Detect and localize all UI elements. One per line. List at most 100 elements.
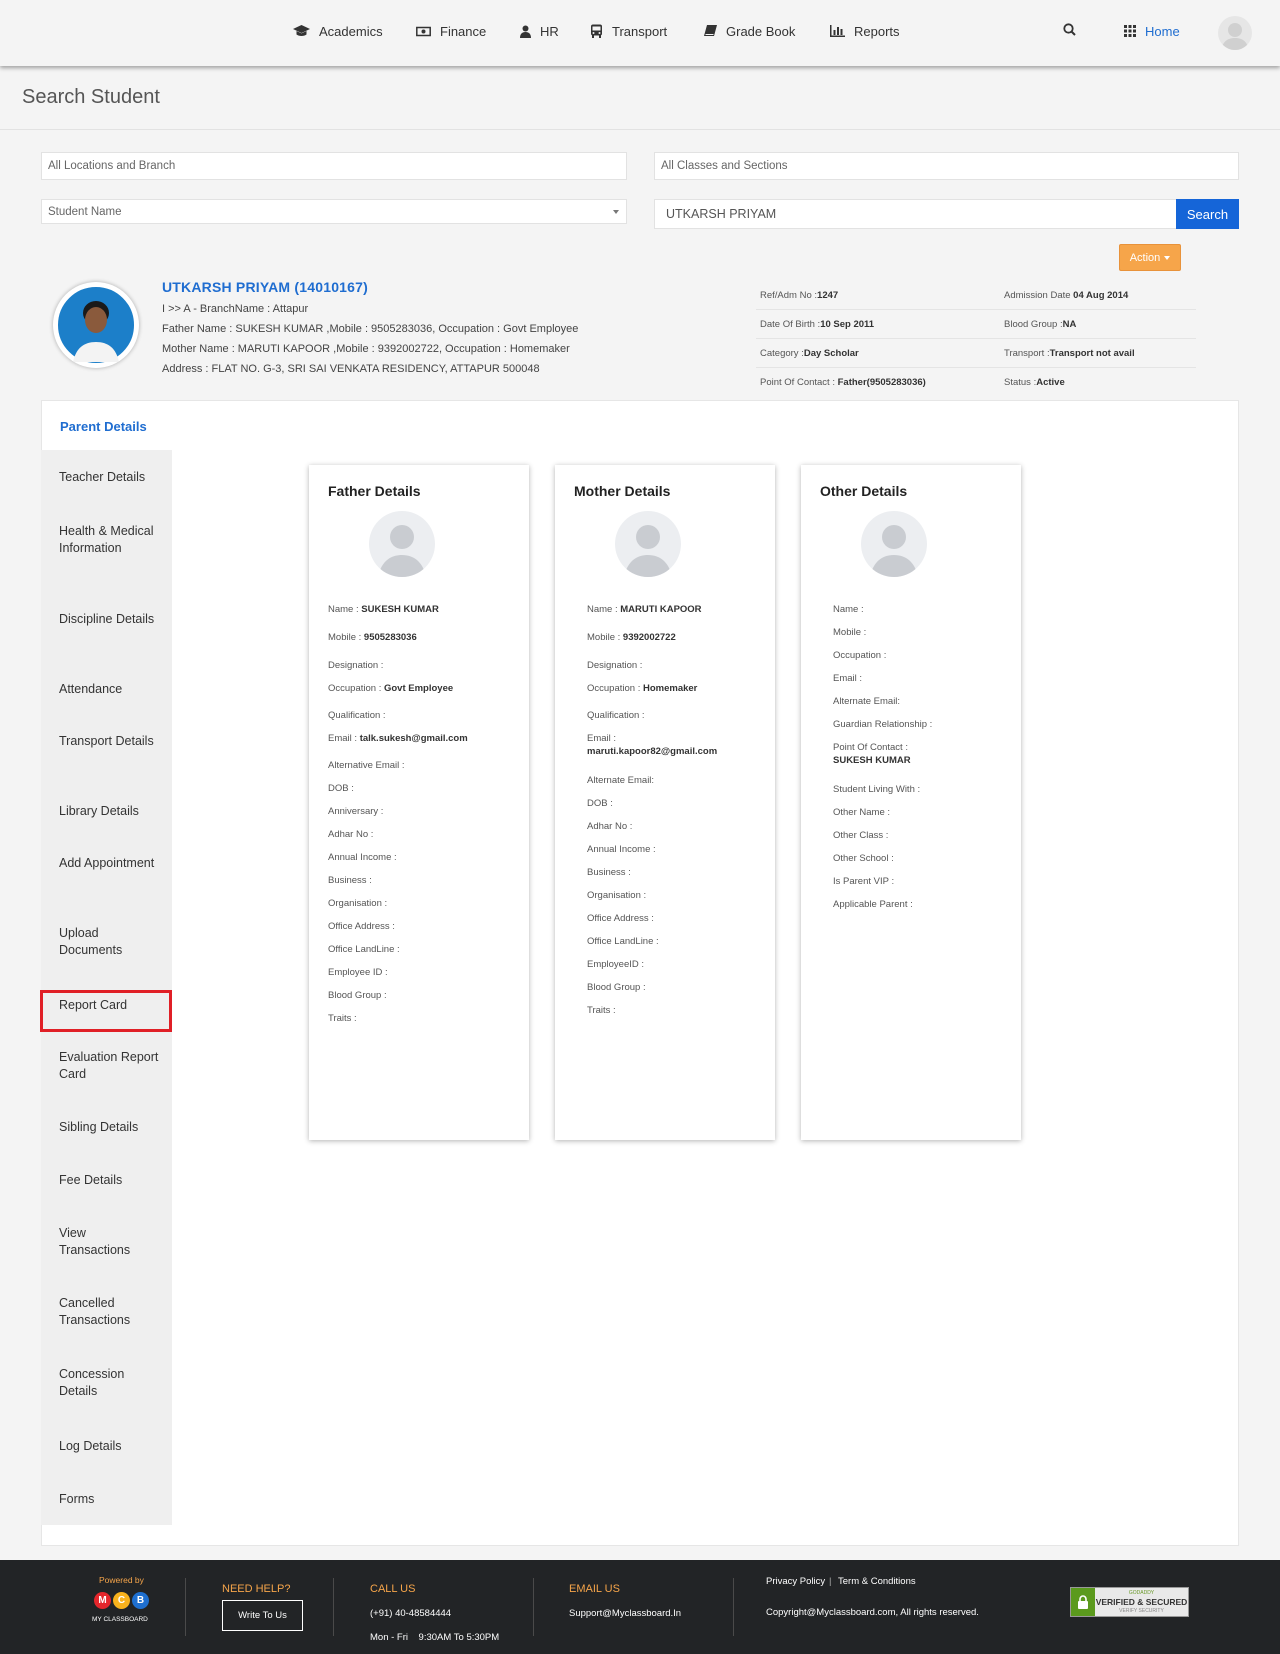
field-label: Annual Income :	[328, 852, 397, 863]
search-by-select[interactable]: Student Name	[41, 199, 627, 224]
support-email-link[interactable]: Support@Myclassboard.In	[569, 1608, 681, 1619]
info-label-text: Transport :	[1004, 348, 1050, 359]
info-row: Category :Day Scholar Transport :Transpo…	[756, 339, 1196, 368]
mother-field: Business :	[587, 866, 631, 879]
tab-log-details[interactable]: Log Details	[59, 1438, 159, 1455]
field-label: Occupation :	[328, 683, 384, 694]
info-label: Category :Day Scholar	[760, 348, 859, 359]
field-label: Adhar No :	[328, 829, 374, 840]
tab-view-transactions[interactable]: View Transactions	[59, 1225, 159, 1259]
other-card-title: Other Details	[820, 483, 908, 499]
student-class-line: I >> A - BranchName : Attapur	[162, 303, 309, 315]
tab-upload-documents[interactable]: Upload Documents	[59, 925, 159, 959]
nav-reports[interactable]: Reports	[830, 20, 900, 42]
other-field: Other School :	[833, 852, 894, 865]
tab-library-details[interactable]: Library Details	[59, 803, 159, 820]
avatar-icon	[1221, 23, 1249, 50]
user-icon	[520, 25, 531, 38]
chevron-down-icon	[613, 210, 619, 214]
info-label: Ref/Adm No :1247	[760, 290, 838, 301]
student-portrait-icon	[54, 283, 138, 367]
search-by-value: Student Name	[48, 205, 122, 218]
field-label: Annual Income :	[587, 844, 656, 855]
tab-fee-details[interactable]: Fee Details	[59, 1172, 159, 1189]
field-label: Alternative Email :	[328, 760, 405, 771]
class-select[interactable]: All Classes and Sections	[654, 152, 1239, 180]
money-icon	[416, 26, 431, 36]
nav-finance[interactable]: Finance	[416, 20, 486, 42]
father-field: Business :	[328, 874, 372, 887]
nav-hr[interactable]: HR	[520, 20, 559, 42]
info-label: Admission Date 04 Aug 2014	[1004, 290, 1128, 301]
info-row: Date Of Birth :10 Sep 2011 Blood Group :…	[756, 310, 1196, 339]
need-help-heading: NEED HELP?	[222, 1583, 291, 1595]
nav-home[interactable]: Home	[1124, 20, 1180, 42]
field-label: Blood Group :	[328, 990, 387, 1001]
tab-cancelled-transactions[interactable]: Cancelled Transactions	[59, 1295, 159, 1329]
field-label: Name :	[833, 604, 864, 615]
field-label: Occupation :	[833, 650, 887, 661]
tab-concession-details[interactable]: Concession Details	[59, 1366, 159, 1400]
field-value: 9505283036	[363, 632, 417, 643]
terms-link[interactable]: Term & Conditions	[838, 1576, 916, 1587]
tab-forms[interactable]: Forms	[59, 1491, 159, 1508]
nav-grade-book[interactable]: Grade Book	[704, 20, 795, 42]
other-field: Alternate Email:	[833, 695, 900, 708]
footer-divider	[533, 1578, 534, 1636]
mother-field: Adhar No :	[587, 820, 632, 833]
father-field: Office LandLine :	[328, 943, 400, 956]
mother-field: Mobile : 9392002722	[587, 631, 676, 644]
tab-teacher-details[interactable]: Teacher Details	[59, 469, 159, 486]
tab-discipline-details[interactable]: Discipline Details	[59, 611, 159, 628]
logo-letter-b: B	[132, 1592, 149, 1609]
tab-evaluation-report-card[interactable]: Evaluation Report Card	[59, 1049, 159, 1083]
info-label: Date Of Birth :10 Sep 2011	[760, 319, 874, 330]
field-value: 9392002722	[622, 632, 676, 643]
info-label-text: Ref/Adm No :	[760, 290, 818, 301]
student-name[interactable]: UTKARSH PRIYAM (14010167)	[162, 279, 368, 295]
nav-academics[interactable]: Academics	[293, 20, 383, 42]
father-field: Traits :	[328, 1012, 357, 1025]
other-field: Applicable Parent :	[833, 898, 913, 911]
search-button-label: Search	[1186, 206, 1229, 222]
tab-parent-details[interactable]: Parent Details	[42, 401, 172, 450]
mother-field: Traits :	[587, 1004, 616, 1017]
field-value: talk.sukesh@gmail.com	[359, 733, 468, 744]
other-avatar	[861, 511, 927, 577]
footer-divider	[333, 1578, 334, 1636]
student-mother-line: Mother Name : MARUTI KAPOOR ,Mobile : 93…	[162, 343, 570, 355]
field-label: Traits :	[587, 1005, 616, 1016]
logo-text: MY CLASSBOARD	[92, 1616, 148, 1623]
student-address-line: Address : FLAT NO. G-3, SRI SAI VENKATA …	[162, 363, 540, 375]
mother-field: Designation :	[587, 659, 642, 672]
location-select[interactable]: All Locations and Branch	[41, 152, 627, 180]
user-avatar[interactable]	[1218, 16, 1252, 50]
info-label-text: Admission Date	[1004, 290, 1074, 301]
info-row: Ref/Adm No :1247 Admission Date 04 Aug 2…	[756, 281, 1196, 310]
tab-sibling-details[interactable]: Sibling Details	[59, 1119, 159, 1136]
search-button[interactable]: Search	[1176, 199, 1239, 229]
privacy-policy-link[interactable]: Privacy Policy	[766, 1576, 825, 1587]
powered-by-text: Powered by	[99, 1575, 144, 1585]
student-search-input[interactable]: UTKARSH PRIYAM	[654, 199, 1177, 229]
field-label: Qualification :	[328, 710, 386, 721]
nav-transport[interactable]: Transport	[590, 20, 667, 42]
tab-health-medical[interactable]: Health & Medical Information	[59, 523, 159, 557]
tab-attendance[interactable]: Attendance	[59, 681, 159, 698]
location-select-value: All Locations and Branch	[48, 160, 176, 172]
field-label: Is Parent VIP :	[833, 876, 895, 887]
field-label: Organisation :	[587, 890, 647, 901]
other-field: Name :	[833, 603, 864, 616]
write-to-us-button[interactable]: Write To Us	[222, 1600, 303, 1631]
info-value: NA	[1062, 319, 1077, 330]
field-label: Mobile :	[328, 632, 364, 643]
godaddy-security-badge[interactable]: GODADDY VERIFIED & SECURED VERIFY SECURI…	[1070, 1587, 1189, 1617]
search-icon[interactable]	[1063, 23, 1076, 36]
tab-transport-details[interactable]: Transport Details	[59, 733, 159, 750]
student-father-line: Father Name : SUKESH KUMAR ,Mobile : 950…	[162, 323, 579, 335]
mother-field: Blood Group :	[587, 981, 646, 994]
action-button[interactable]: Action	[1119, 244, 1181, 271]
tab-add-appointment[interactable]: Add Appointment	[59, 855, 159, 872]
info-label-text: Blood Group :	[1004, 319, 1063, 330]
field-value: Homemaker	[642, 683, 698, 694]
